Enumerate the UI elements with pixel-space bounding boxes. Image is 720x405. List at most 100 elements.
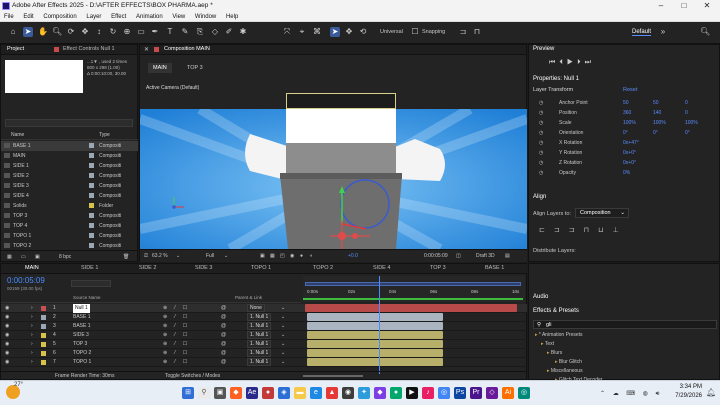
file-explorer-icon[interactable]: ▬ (294, 387, 306, 399)
project-item[interactable]: TOPO 1 Compositi (1, 231, 138, 241)
timeline-tab[interactable]: BASE 1 (481, 264, 508, 273)
expand-arrow-icon[interactable]: › (31, 358, 33, 367)
edge-icon[interactable]: e (310, 387, 322, 399)
workspace-default[interactable]: Default (632, 29, 652, 36)
timeline-tab[interactable]: TOP 3 (426, 264, 450, 273)
label-color-swatch[interactable] (89, 233, 94, 238)
selection-tool-icon[interactable]: ➤ (23, 27, 33, 37)
layer-duration-bar[interactable] (307, 313, 443, 321)
channel-icon[interactable]: ● (300, 250, 303, 263)
property-value-2[interactable]: 100% (653, 118, 666, 128)
play-icon[interactable]: ▶ (567, 59, 577, 66)
menu-window[interactable]: Window (191, 12, 220, 22)
clone-stamp-icon[interactable]: ⎘ (195, 27, 205, 37)
property-value-1[interactable]: 0x+0° (623, 148, 636, 158)
reset-link[interactable]: Reset (623, 87, 637, 93)
delete-icon[interactable]: 🗑︎ (123, 251, 129, 263)
layer-color-swatch[interactable] (41, 351, 46, 356)
align-bottom-icon[interactable]: ⊥ (613, 227, 628, 234)
property-value-3[interactable]: 0 (685, 108, 688, 118)
parent-dropdown[interactable]: 1. Null 1 (247, 322, 272, 330)
label-color-swatch[interactable] (89, 163, 94, 168)
stopwatch-icon[interactable]: ◷ (539, 118, 543, 128)
chrome-icon[interactable]: ◎ (438, 387, 450, 399)
property-value-2[interactable]: 0° (653, 128, 658, 138)
parent-dropdown[interactable]: 1. Null 1 (247, 331, 272, 339)
timeline-timecode[interactable]: 0:00:05:09 (7, 276, 45, 285)
effects-search-input[interactable]: ⚲ gli (533, 320, 717, 329)
project-item[interactable]: SIDE 3 Compositi (1, 181, 138, 191)
timeline-tab[interactable]: MAIN (21, 264, 43, 273)
pinned-app-1-icon[interactable]: ◆ (230, 387, 242, 399)
zoom-value[interactable]: 63.2 % (152, 250, 168, 263)
stopwatch-icon[interactable]: ◷ (539, 148, 543, 158)
timeline-tab[interactable]: SIDE 4 (369, 264, 394, 273)
pinned-app-9-icon[interactable]: ✦ (358, 387, 370, 399)
layer-name[interactable]: BASE 1 (73, 322, 91, 331)
property-value-2[interactable]: 140 (653, 108, 661, 118)
maximize-button[interactable]: □ (673, 0, 695, 12)
col-name[interactable]: Name (11, 131, 24, 140)
parent-dropdown[interactable]: 1. Null 1 (247, 358, 272, 366)
pinned-app-11-icon[interactable]: ● (390, 387, 402, 399)
layer-switches[interactable]: ⊕ ⁄ ☐ (163, 349, 190, 358)
visibility-eye-icon[interactable]: ◉ (5, 304, 9, 313)
layer-name[interactable]: TOP 3 (73, 340, 87, 349)
last-frame-icon[interactable]: ⏭ (585, 59, 595, 66)
timeline-tab[interactable]: SIDE 2 (135, 264, 160, 273)
timeline-layer-row[interactable]: ◉ › 3 BASE 1 ⊕ ⁄ ☐ @1. Null 1 ⌄ (1, 322, 527, 331)
snapshot-icon[interactable]: ◉ (290, 250, 294, 263)
parent-pickwhip-icon[interactable]: @ (221, 358, 226, 367)
renderer-label[interactable]: Draft 3D (476, 250, 495, 263)
tab-effect-controls[interactable]: Effect Controls Null 1 (59, 45, 119, 54)
layer-duration-bar[interactable] (307, 358, 443, 366)
property-value-1[interactable]: 0% (623, 168, 630, 178)
move-tool-icon[interactable]: ✥ (80, 27, 90, 37)
property-value-1[interactable]: 0x+0° (623, 158, 636, 168)
parent-dropdown-arrow-icon[interactable]: ⌄ (281, 322, 285, 331)
transparency-grid-icon[interactable]: ▦ (270, 250, 275, 263)
parent-dropdown-arrow-icon[interactable]: ⌄ (281, 331, 285, 340)
project-item[interactable]: TOP 4 Compositi (1, 221, 138, 231)
effects-tree-item[interactable]: ▸ Text (529, 340, 719, 349)
label-color-swatch[interactable] (89, 143, 94, 148)
subtab-top3[interactable]: TOP 3 (182, 63, 208, 73)
menu-layer[interactable]: Layer (82, 12, 105, 22)
pinned-app-19-icon[interactable]: ◎ (518, 387, 530, 399)
layer-name[interactable]: BASE 1 (73, 313, 91, 322)
menu-effect[interactable]: Effect (107, 12, 130, 22)
search-help-icon[interactable]: 🔍︎ (700, 27, 710, 37)
project-item[interactable]: SIDE 4 Compositi (1, 191, 138, 201)
start-icon[interactable]: ⊞ (182, 387, 194, 399)
parent-dropdown[interactable]: None (247, 304, 265, 312)
comp-viewer[interactable] (140, 109, 527, 249)
clock-time[interactable]: 3:34 PM (662, 384, 702, 390)
pinned-app-3-icon[interactable]: ● (262, 387, 274, 399)
prev-frame-icon[interactable]: ⏴ (559, 59, 567, 66)
orbit-tool-icon[interactable]: ⟳ (66, 27, 76, 37)
parent-dropdown[interactable]: 1. Null 1 (247, 313, 272, 321)
project-item[interactable]: MAIN Compositi (1, 151, 138, 161)
layer-duration-bar[interactable] (307, 331, 443, 339)
pinned-app-12-icon[interactable]: ▶ (406, 387, 418, 399)
camera-move-icon[interactable]: ✥ (344, 27, 354, 37)
timeline-layer-row[interactable]: ◉ › 7 TOPO 1 ⊕ ⁄ ☐ @1. Null 1 ⌄ (1, 358, 527, 367)
parent-pickwhip-icon[interactable]: @ (221, 322, 226, 331)
timeline-layer-row[interactable]: ◉ › 2 BASE 1 ⊕ ⁄ ☐ @1. Null 1 ⌄ (1, 313, 527, 322)
align-right-icon[interactable]: ⊐ (569, 227, 584, 234)
layer-name[interactable]: TOPO 1 (73, 358, 91, 367)
label-color-swatch[interactable] (89, 173, 94, 178)
stopwatch-icon[interactable]: ◷ (539, 138, 543, 148)
layer-switches[interactable]: ⊕ ⁄ ☐ (163, 331, 190, 340)
layer-duration-bar[interactable] (307, 322, 443, 330)
hand-tool-icon[interactable]: ✋ (38, 27, 48, 37)
layer-switches[interactable]: ⊕ ⁄ ☐ (163, 304, 190, 313)
pinned-app-18-icon[interactable]: Ai (502, 387, 514, 399)
color-management-icon[interactable]: ◐ (310, 250, 313, 263)
label-color-swatch[interactable] (89, 243, 94, 248)
col-source-name[interactable]: Source Name (73, 295, 101, 300)
align-vcenter-icon[interactable]: ⊔ (598, 227, 612, 234)
label-color-swatch[interactable] (89, 153, 94, 158)
project-search-input[interactable] (5, 119, 133, 127)
parent-pickwhip-icon[interactable]: @ (221, 340, 226, 349)
